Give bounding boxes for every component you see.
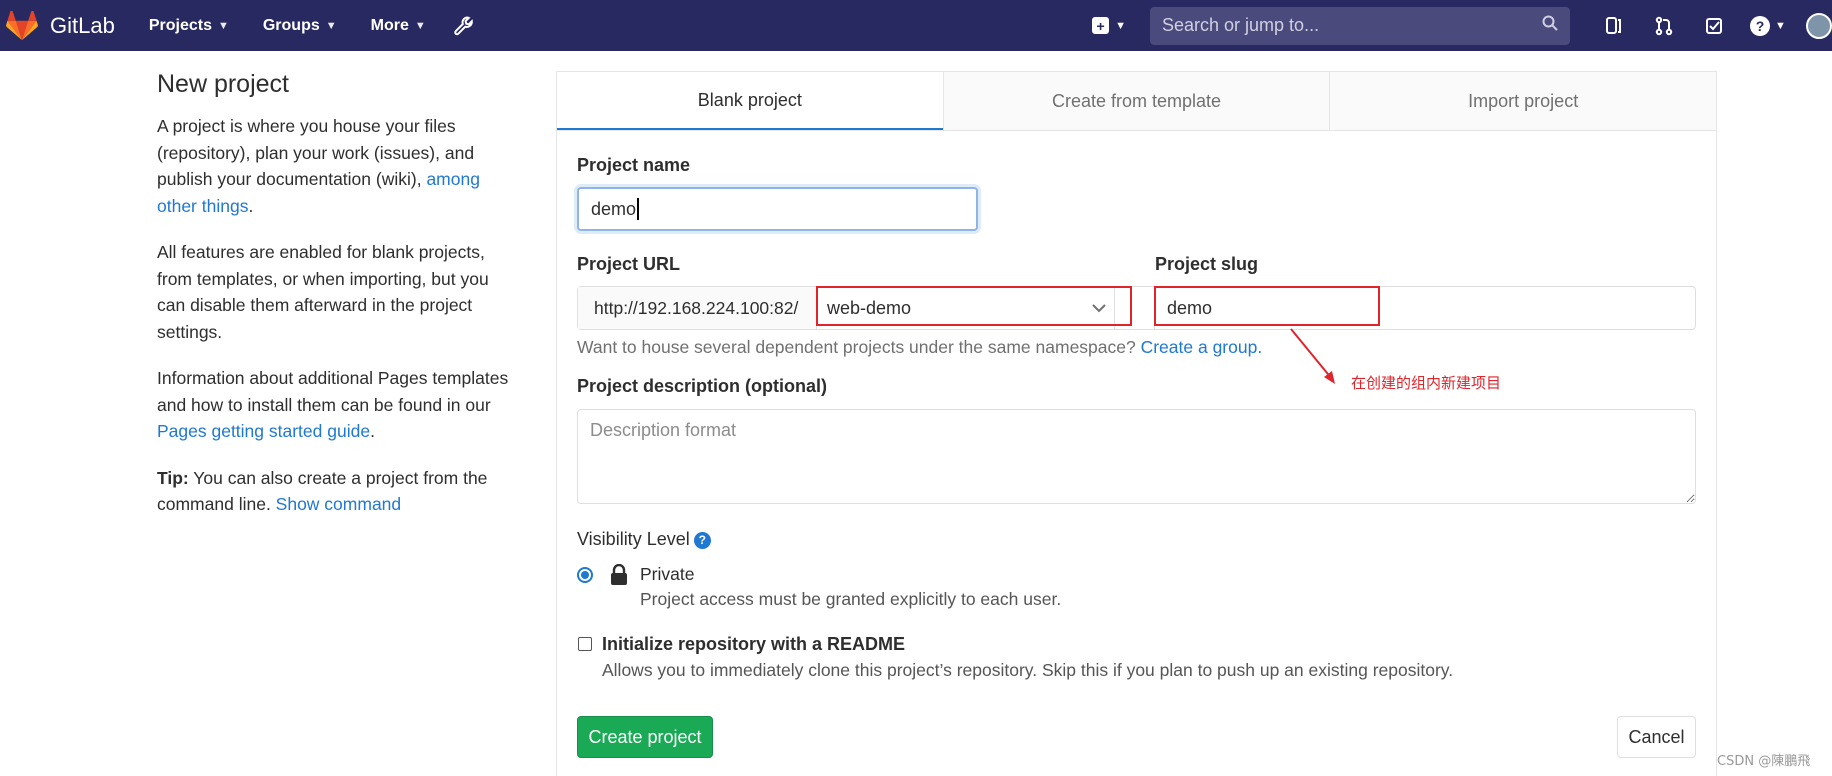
new-item-dropdown[interactable]: + ▼ [1092,17,1126,34]
annotation-highlight-namespace [816,286,1132,326]
project-slug-label: Project slug [1155,254,1259,274]
chevron-down-icon: ▼ [325,19,337,32]
question-circle-icon[interactable]: ? [693,531,711,549]
create-group-help: Want to house several dependent projects… [577,337,1263,357]
nav-projects-dropdown[interactable]: Projects ▼ [149,17,229,35]
new-project-intro: New project A project is where you house… [157,70,517,538]
user-avatar[interactable] [1806,12,1832,39]
search-input[interactable] [1162,15,1542,36]
issues-icon[interactable] [1594,16,1634,36]
chevron-down-icon: ▼ [414,19,426,32]
create-group-link[interactable]: Create a group. [1141,337,1263,357]
annotation-arrow [1290,328,1335,384]
pages-paragraph: Information about additional Pages templ… [157,368,509,441]
private-help-text: Project access must be granted explicitl… [640,589,1062,609]
project-url-label: Project URL [577,254,681,274]
help-dropdown[interactable]: ? ▼ [1744,15,1792,36]
nav-more-dropdown[interactable]: More ▼ [371,17,426,35]
project-name-label: Project name [577,155,691,175]
tab-create-from-template[interactable]: Create from template [942,72,1330,130]
private-label: Private [640,564,695,584]
annotation-highlight-slug [1154,286,1380,326]
top-navbar: GitLab Projects ▼ Groups ▼ More ▼ + ▼ Se… [0,0,1832,51]
tab-import-project[interactable]: Import project [1329,72,1716,130]
chevron-down-icon: ▼ [1775,19,1786,32]
gitlab-tanuki-icon [6,10,38,40]
project-type-tabs: Blank project Create from template Impor… [557,72,1716,131]
nav-projects-label: Projects [148,16,212,34]
search-icon [1542,15,1558,36]
merge-requests-icon[interactable] [1644,16,1684,36]
show-command-link[interactable]: Show command [276,494,401,514]
help-circle-icon: ? [1750,15,1771,36]
plus-square-icon: + [1092,17,1110,34]
text-cursor [637,198,640,220]
visibility-level-label: Visibility Level? [577,529,711,550]
tab-blank-project[interactable]: Blank project [557,72,943,130]
url-prefix: http://192.168.224.100:82/ [578,287,817,329]
features-paragraph: All features are enabled for blank proje… [157,242,489,342]
nav-groups-dropdown[interactable]: Groups ▼ [263,17,337,35]
chevron-down-icon: ▼ [1115,19,1126,32]
tip-paragraph: Tip: You can also create a project from … [157,467,488,515]
brand-name: GitLab [50,12,115,38]
annotation-text: 在创建的组内新建项目 [1351,374,1502,392]
project-url-group: http://192.168.224.100:82/ web-demo demo [577,286,1696,330]
visibility-private-radio[interactable] [577,567,593,583]
create-project-button[interactable]: Create project [577,716,713,758]
readme-checkbox[interactable] [578,637,592,651]
admin-wrench-icon[interactable] [454,15,474,36]
readme-label: Initialize repository with a README [602,634,906,654]
gitlab-logo[interactable]: GitLab [6,10,115,41]
page-title: New project [157,70,289,98]
readme-help-text: Allows you to immediately clone this pro… [602,660,1454,680]
lock-icon [609,563,629,591]
project-name-field[interactable]: demo [577,187,978,231]
search-box[interactable] [1150,6,1570,45]
chevron-down-icon: ▼ [217,19,229,32]
watermark: CSDN @陳鵬飛 [1717,754,1811,769]
intro-paragraph: A project is where you house your files … [157,116,480,216]
nav-more-label: More [370,16,409,34]
project-description-label: Project description (optional) [577,376,828,396]
cancel-button[interactable]: Cancel [1617,716,1696,758]
todos-icon[interactable] [1694,17,1734,35]
nav-groups-label: Groups [262,16,320,34]
project-description-field[interactable] [577,409,1696,504]
pages-guide-link[interactable]: Pages getting started guide [157,421,370,441]
